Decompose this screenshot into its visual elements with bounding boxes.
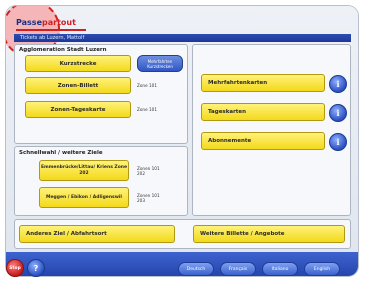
language-francais-button[interactable]: Français (220, 262, 256, 276)
help-icon[interactable]: ? (27, 259, 45, 277)
emmenbruecke-button[interactable]: Emmenbrücke/Littau/ Kriens Zone 202 (39, 160, 129, 181)
mehrfahrten-kurzstrecken-button[interactable]: Mehrfahrten Kurzstrecken (137, 55, 183, 72)
ticket-machine-screen: Passepartout Tickets ab Luzern, Mattolf … (6, 6, 358, 276)
zonen-billett-button[interactable]: Zonen-Billett (25, 77, 131, 94)
brand-underline (16, 29, 86, 31)
anderes-ziel-button[interactable]: Anderes Ziel / Abfahrtsort (19, 225, 175, 243)
abonnemente-info-icon[interactable]: i (329, 133, 347, 151)
language-english-button[interactable]: English (304, 262, 340, 276)
abonnemente-button[interactable]: Abonnemente (201, 132, 325, 150)
brand-name-part1: Passe (16, 18, 42, 27)
brand-logo: Passepartout (16, 18, 76, 27)
tageskarten-button[interactable]: Tageskarten (201, 103, 325, 121)
bottom-panel: Anderes Ziel / Abfahrtsort Weitere Bille… (14, 219, 351, 249)
context-bar: Tickets ab Luzern, Mattolf (14, 34, 351, 42)
language-italiano-button[interactable]: Italiano (262, 262, 298, 276)
agglomeration-panel: Agglomeration Stadt Luzern Kurzstrecke M… (14, 44, 188, 144)
brand-name-part2: partout (42, 18, 76, 27)
meggen-zone-note: Zonen 101 203 (137, 193, 160, 203)
zonen-tageskarte-zone-note: Zone 101 (137, 107, 157, 112)
schnellwahl-panel: Schnellwahl / weitere Ziele Emmenbrücke/… (14, 146, 188, 216)
mehrfahrtenkarten-button[interactable]: Mehrfahrtenkarten (201, 74, 325, 92)
agglomeration-title: Agglomeration Stadt Luzern (19, 47, 107, 53)
mehrfahrtenkarten-info-icon[interactable]: i (329, 75, 347, 93)
schnellwahl-title: Schnellwahl / weitere Ziele (19, 150, 103, 156)
emmenbruecke-zone-note: Zonen 101 202 (137, 166, 160, 176)
meggen-button[interactable]: Meggen / Ebikon / Adligenswil (39, 187, 129, 208)
tageskarten-info-icon[interactable]: i (329, 104, 347, 122)
weitere-billette-button[interactable]: Weitere Billette / Angebote (193, 225, 345, 243)
right-panel: Mehrfahrtenkarten i Tageskarten i Abonne… (192, 44, 351, 216)
language-deutsch-button[interactable]: Deutsch (178, 262, 214, 276)
zonen-billett-zone-note: Zone 101 (137, 83, 157, 88)
stop-button[interactable]: Stop (6, 259, 24, 277)
kurzstrecke-button[interactable]: Kurzstrecke (25, 55, 131, 72)
zonen-tageskarte-button[interactable]: Zonen-Tageskarte (25, 101, 131, 118)
